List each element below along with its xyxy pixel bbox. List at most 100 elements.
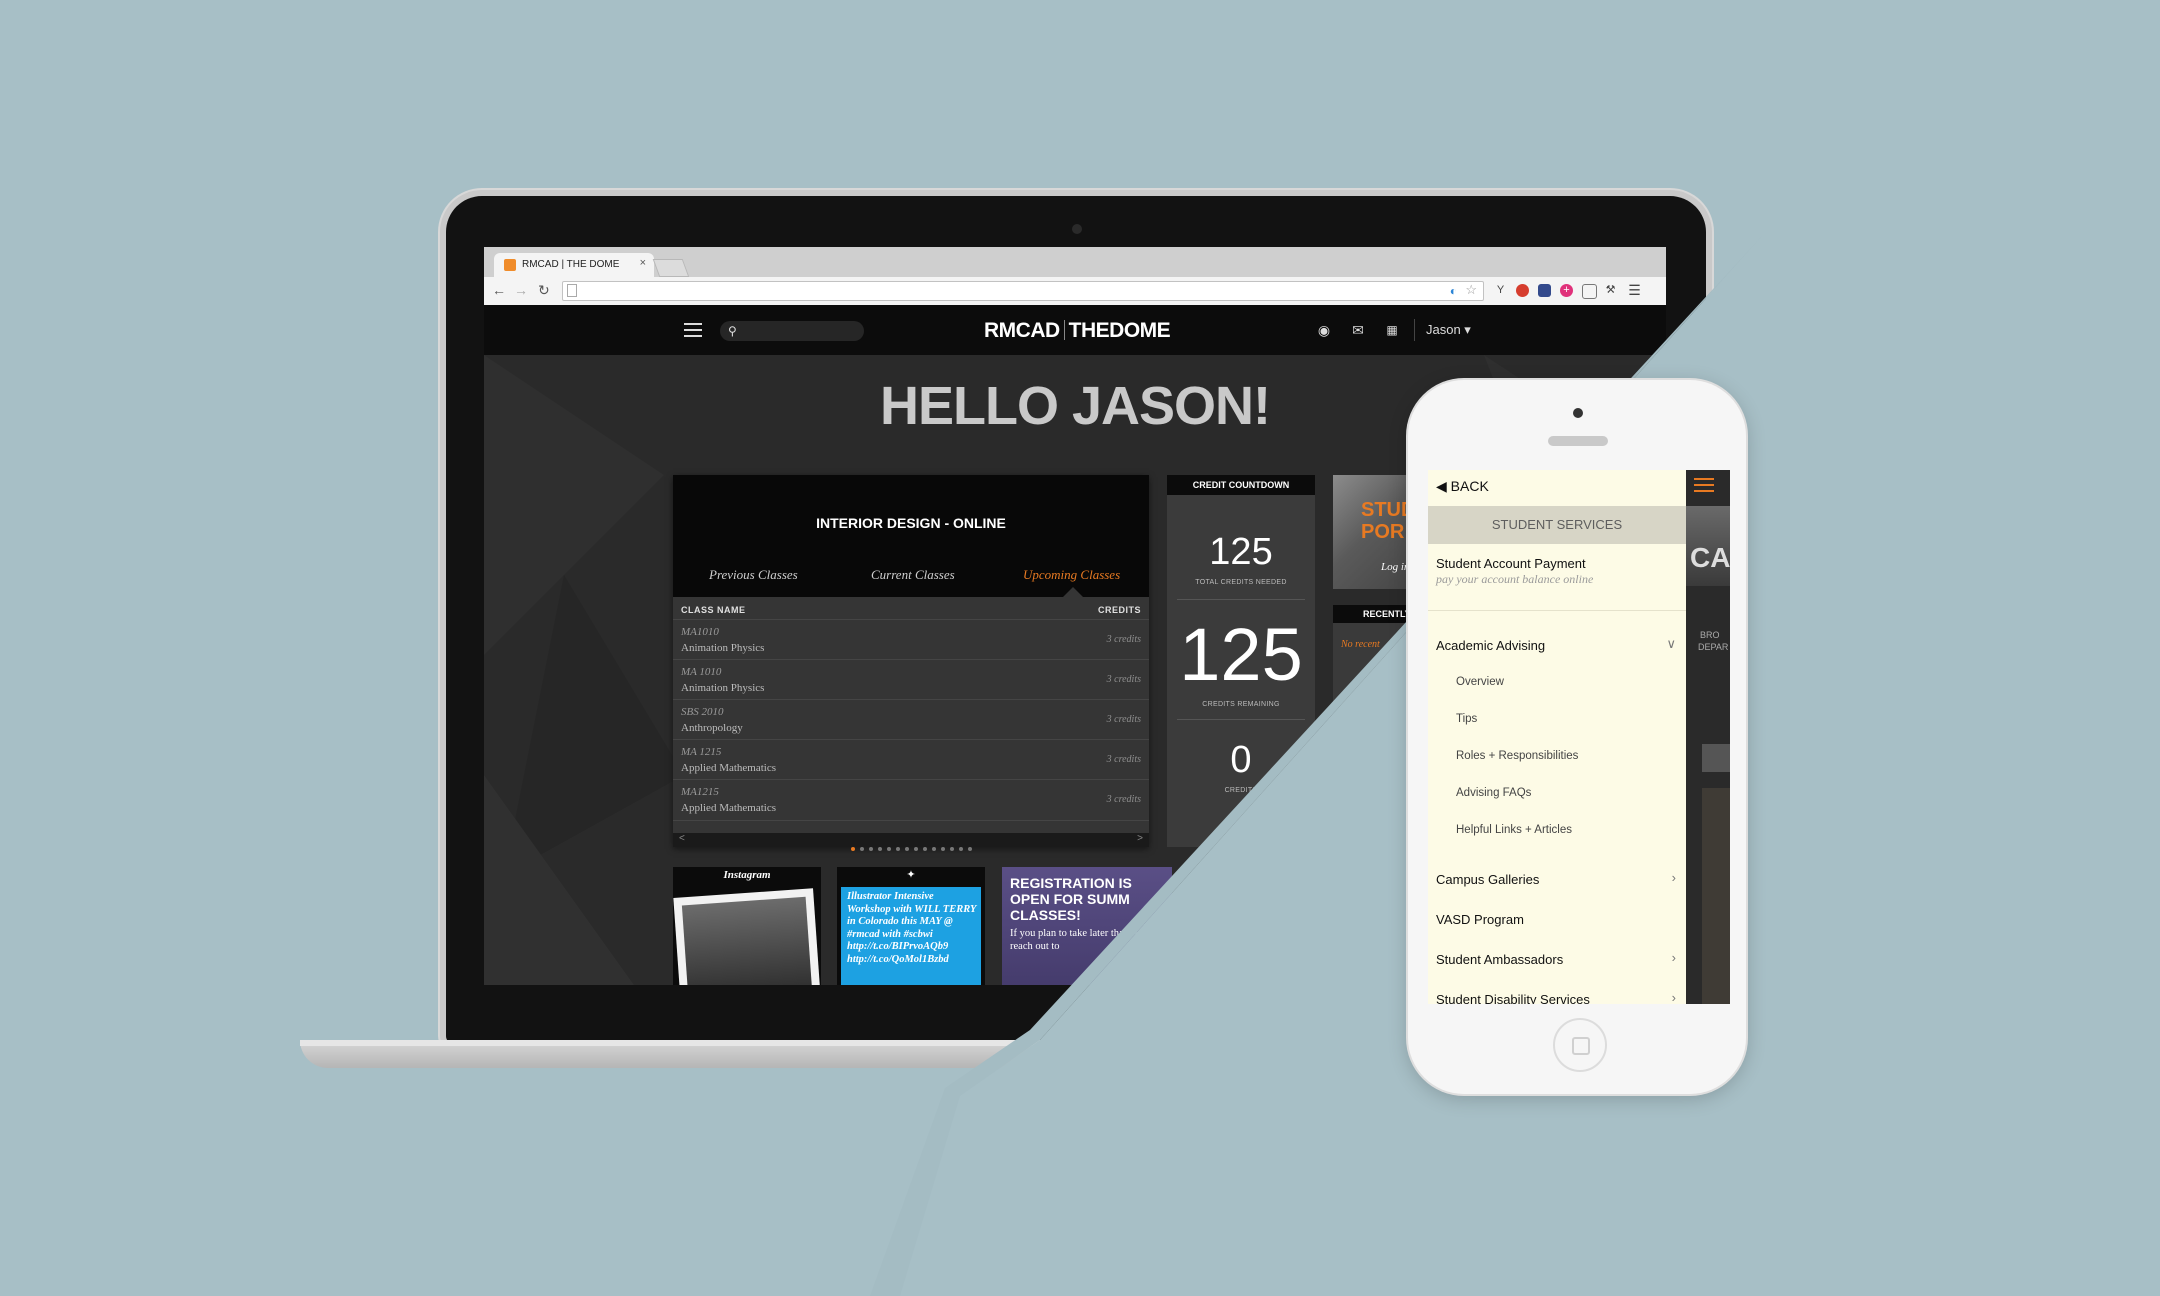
plus-extension-icon[interactable]: +	[1560, 284, 1573, 297]
tab-upcoming-classes[interactable]: Upcoming Classes	[1023, 567, 1120, 583]
class-name: Applied Mathematics	[681, 802, 777, 814]
class-credits: 3 credits	[1106, 714, 1141, 725]
class-card-header: INTERIOR DESIGN - ONLINE Previous Classe…	[673, 475, 1149, 597]
search-icon: ⚲	[728, 324, 737, 338]
credits-remaining-label: CREDITS REMAINING	[1202, 701, 1280, 708]
next-arrow-icon[interactable]: >	[1137, 833, 1143, 844]
pagination-dots[interactable]	[851, 838, 977, 851]
star-icon[interactable]: ☆	[1465, 282, 1477, 298]
pagination: < >	[673, 833, 1149, 851]
twitter-tile[interactable]: ✦ Illustrator Intensive Workshop with WI…	[837, 867, 985, 985]
credits-needed-label: TOTAL CREDITS NEEDED	[1195, 579, 1287, 586]
instagram-tile[interactable]: Instagram	[673, 867, 821, 985]
app-header: ⚲ RMCAD THEDOME ◉ ✉ ▦ Jason ▾	[484, 305, 1666, 355]
table-row[interactable]: MA 1010 Animation Physics 3 credits	[673, 659, 1149, 700]
browser-tabbar: RMCAD | THE DOME ×	[484, 247, 1666, 277]
browser-tab[interactable]: RMCAD | THE DOME ×	[494, 253, 654, 277]
twitter-icon: ✦	[906, 869, 916, 881]
extension-icon[interactable]	[1538, 284, 1551, 297]
logo[interactable]: RMCAD THEDOME	[984, 319, 1171, 343]
y-extension-icon[interactable]: Y	[1494, 284, 1507, 297]
address-bar[interactable]: ◐ ☆	[562, 281, 1484, 301]
wrench-icon[interactable]: ⚒	[1604, 284, 1617, 297]
submenu-item-roles[interactable]: Roles + Responsibilities	[1456, 750, 1578, 762]
menu-item-campus-galleries[interactable]: Campus Galleries	[1436, 872, 1539, 887]
chevron-down-icon[interactable]: ∨	[1666, 636, 1676, 652]
submenu-item-overview[interactable]: Overview	[1456, 676, 1504, 688]
class-code: MA 1215	[681, 746, 722, 758]
strip-text: DEPAR	[1698, 642, 1729, 652]
tab-pointer	[1063, 587, 1083, 597]
side-menu: ◀ BACK STUDENT SERVICES Student Account …	[1428, 470, 1686, 1004]
registration-tile[interactable]: REGISTRATION IS OPEN FOR SUMM CLASSES! I…	[1002, 867, 1172, 985]
tab-previous-classes[interactable]: Previous Classes	[709, 567, 798, 583]
phone-camera-icon	[1573, 408, 1583, 418]
back-button[interactable]: ◀ BACK	[1436, 478, 1489, 495]
divider	[1414, 319, 1415, 341]
home-button[interactable]	[1553, 1018, 1607, 1072]
back-label: BACK	[1450, 478, 1489, 494]
hamburger-icon[interactable]	[684, 323, 702, 337]
chevron-right-icon[interactable]: ›	[1672, 990, 1676, 1004]
menu-item-subtitle: pay your account balance online	[1436, 572, 1594, 586]
logo-thedome: THEDOME	[1068, 319, 1171, 342]
strip-text: CA	[1690, 542, 1730, 573]
divider	[1428, 610, 1686, 611]
mail-icon[interactable]: ✉	[1350, 322, 1366, 338]
credits-remaining-value: 125	[1179, 613, 1303, 696]
menu-icon[interactable]: ☰	[1628, 283, 1641, 297]
side-strip: CA BRO DEPAR	[1686, 470, 1730, 1004]
chrome-extension-icon[interactable]	[1516, 284, 1529, 297]
back-arrow-icon[interactable]: ←	[492, 283, 506, 297]
prev-arrow-icon[interactable]: <	[679, 833, 685, 844]
table-row[interactable]: MA1215 Applied Mathematics 3 credits	[673, 779, 1149, 821]
program-title: INTERIOR DESIGN - ONLINE	[816, 515, 1006, 531]
user-menu[interactable]: Jason ▾	[1426, 322, 1471, 338]
back-arrow-icon: ◀	[1436, 478, 1447, 494]
class-code: MA 1010	[681, 666, 722, 678]
credit-countdown: CREDIT COUNTDOWN 125 TOTAL CREDITS NEEDE…	[1167, 475, 1315, 847]
search-input[interactable]: ⚲	[720, 321, 864, 341]
credits-needed-value: 125	[1209, 531, 1273, 573]
calendar-icon[interactable]: ▦	[1384, 322, 1400, 338]
table-row[interactable]: MA 1215 Applied Mathematics 3 credits	[673, 739, 1149, 780]
chevron-right-icon[interactable]: ›	[1672, 950, 1676, 965]
divider	[1177, 599, 1305, 600]
table-row[interactable]: SBS 2010 Anthropology 3 credits	[673, 699, 1149, 740]
divider	[1177, 719, 1305, 720]
tab-current-classes[interactable]: Current Classes	[871, 567, 955, 583]
globe-icon[interactable]: ◉	[1316, 322, 1332, 338]
favicon-icon	[504, 259, 516, 271]
credits-completed-label: CREDITS	[1224, 787, 1258, 794]
menu-item-ambassadors[interactable]: Student Ambassadors	[1436, 952, 1563, 967]
new-tab-button[interactable]	[652, 259, 690, 277]
class-credits: 3 credits	[1106, 634, 1141, 645]
menu-item-academic-advising[interactable]: Academic Advising	[1436, 638, 1545, 653]
class-code: SBS 2010	[681, 706, 724, 718]
table-row[interactable]: MA1010 Animation Physics 3 credits	[673, 619, 1149, 660]
menu-item-vasd[interactable]: VASD Program	[1436, 912, 1524, 927]
close-icon[interactable]: ×	[640, 257, 646, 269]
portal-login[interactable]: Log in	[1381, 561, 1409, 573]
submenu-item-tips[interactable]: Tips	[1456, 713, 1477, 725]
instagram-title: Instagram	[723, 869, 771, 881]
page-icon	[567, 284, 577, 297]
edge-icon[interactable]: ◐	[1450, 284, 1457, 298]
credit-countdown-title: CREDIT COUNTDOWN	[1167, 475, 1315, 495]
chevron-right-icon[interactable]: ›	[1672, 870, 1676, 885]
tab-title: RMCAD | THE DOME	[522, 259, 620, 270]
logo-rmcad: RMCAD	[984, 319, 1060, 342]
menu-item-account-payment[interactable]: Student Account Payment	[1436, 556, 1586, 571]
menu-item-disability[interactable]: Student Disability Services	[1436, 992, 1590, 1004]
cast-icon[interactable]	[1582, 284, 1597, 299]
class-credits: 3 credits	[1106, 754, 1141, 765]
tweet-text: Illustrator Intensive Workshop with WILL…	[847, 891, 977, 965]
submenu-item-links[interactable]: Helpful Links + Articles	[1456, 824, 1572, 836]
forward-arrow-icon[interactable]: →	[514, 283, 528, 297]
column-header-credits: CREDITS	[1097, 605, 1141, 615]
hamburger-icon[interactable]	[1694, 478, 1714, 494]
submenu-item-faqs[interactable]: Advising FAQs	[1456, 787, 1531, 799]
section-title: STUDENT SERVICES	[1428, 506, 1686, 544]
reload-icon[interactable]: ↻	[538, 283, 550, 297]
instagram-photo	[673, 888, 821, 985]
